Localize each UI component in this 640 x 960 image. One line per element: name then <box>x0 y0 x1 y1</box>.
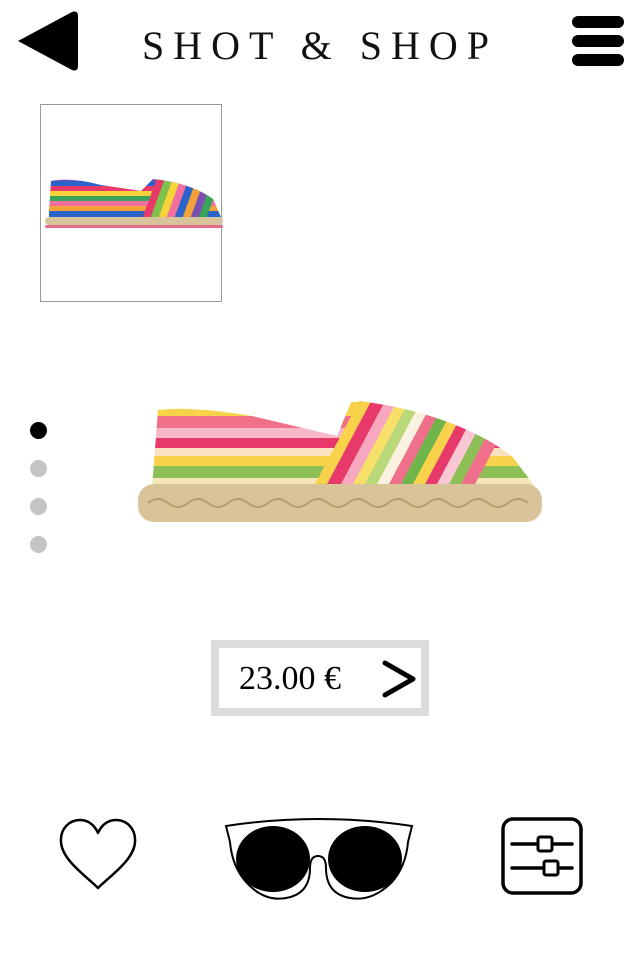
hamburger-menu-icon <box>572 16 624 66</box>
app-header: SHOT & SHOP <box>0 0 640 90</box>
try-on-button[interactable] <box>222 814 416 902</box>
sliders-icon <box>501 817 583 895</box>
price-label: 23.00 € <box>239 660 341 697</box>
product-main-image <box>132 392 546 532</box>
menu-button[interactable] <box>570 12 626 70</box>
sunglasses-icon <box>224 818 414 900</box>
espadrille-image <box>138 400 542 522</box>
pagination-dot-3[interactable] <box>30 498 47 515</box>
pagination-dot-4[interactable] <box>30 536 47 553</box>
back-arrow-icon <box>18 11 78 71</box>
espadrille-thumbnail-image <box>45 179 223 228</box>
product-thumbnail[interactable] <box>40 104 223 302</box>
image-pagination <box>30 422 48 556</box>
app-title: SHOT & SHOP <box>141 23 499 68</box>
chevron-right-icon <box>382 660 416 698</box>
filter-button[interactable] <box>500 816 584 896</box>
price-button[interactable]: 23.00 € <box>211 640 429 716</box>
pagination-dot-1[interactable] <box>30 422 47 439</box>
heart-icon <box>59 818 137 890</box>
pagination-dot-2[interactable] <box>30 460 47 477</box>
back-button[interactable] <box>14 10 80 72</box>
favorite-button[interactable] <box>56 816 140 894</box>
